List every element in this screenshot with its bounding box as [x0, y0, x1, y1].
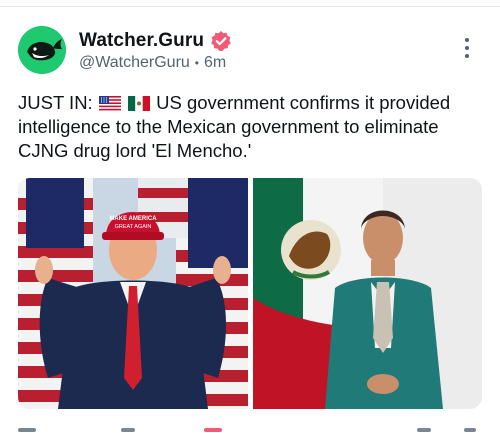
- photo-woman-teal-suit-mexico-flag: [252, 178, 482, 409]
- post-timestamp[interactable]: 6m: [204, 54, 226, 72]
- author-handle[interactable]: @WatcherGuru: [79, 54, 190, 72]
- meta-separator: •: [194, 56, 199, 70]
- photo-right[interactable]: [252, 178, 482, 409]
- avatar[interactable]: [18, 26, 66, 74]
- more-options-icon[interactable]: [460, 38, 474, 64]
- whale-icon: [18, 26, 66, 74]
- post-body: JUST IN: US government confirms it provi…: [18, 91, 484, 163]
- reply-icon[interactable]: [18, 428, 36, 432]
- media-grid[interactable]: MAKE AMERICA GREAT AGAIN: [18, 178, 482, 409]
- svg-text:GREAT AGAIN: GREAT AGAIN: [115, 224, 152, 230]
- share-icon[interactable]: [464, 428, 476, 432]
- post-header: Watcher.Guru @WatcherGuru • 6m: [18, 26, 482, 76]
- post-card: Watcher.Guru @WatcherGuru • 6m JUST IN:: [0, 0, 500, 433]
- photo-left[interactable]: MAKE AMERICA GREAT AGAIN: [18, 178, 248, 409]
- divider: [0, 6, 500, 7]
- like-icon[interactable]: [204, 428, 222, 432]
- svg-text:MAKE AMERICA: MAKE AMERICA: [109, 216, 157, 222]
- post-prefix: JUST IN:: [18, 92, 93, 113]
- action-bar: [18, 424, 482, 433]
- author-display-name[interactable]: Watcher.Guru: [79, 30, 204, 52]
- photo-man-red-cap-us-flags: MAKE AMERICA GREAT AGAIN: [18, 178, 248, 409]
- bookmark-icon[interactable]: [417, 428, 431, 432]
- mexico-flag-icon: [127, 93, 150, 111]
- author-name-row: Watcher.Guru: [79, 29, 232, 53]
- verified-badge-icon: [210, 30, 232, 52]
- us-flag-icon: [98, 93, 121, 111]
- author-meta-row: @WatcherGuru • 6m: [79, 54, 226, 72]
- repost-icon[interactable]: [121, 428, 135, 432]
